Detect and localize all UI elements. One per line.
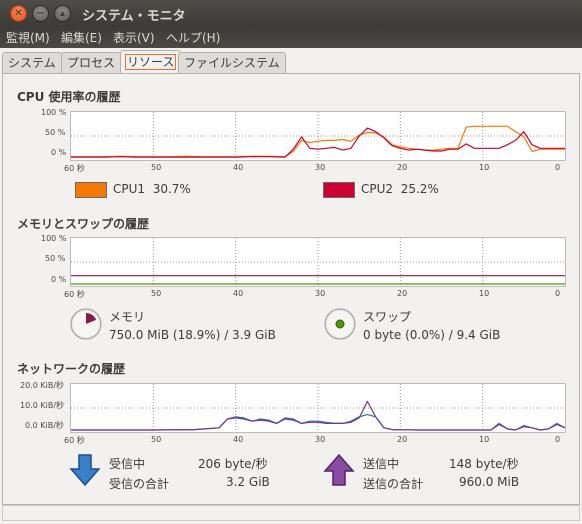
cpu-xtick-0: 0 xyxy=(555,163,561,172)
send-arrow-svg xyxy=(323,453,355,486)
receive-rate: 206 byte/秒 xyxy=(198,457,268,471)
memory-graph xyxy=(70,237,566,287)
network-chart-svg xyxy=(71,384,566,432)
cpu1-value: 30.7% xyxy=(152,182,191,196)
swap-pie-svg xyxy=(324,308,356,340)
net-ytick-0: 0.0 KiB/秒 xyxy=(25,421,64,430)
net-xtick-10: 10 xyxy=(479,435,490,444)
mem-ytick-50: 50 % xyxy=(45,254,66,263)
network-graph xyxy=(70,383,566,433)
cpu-ytick-100: 100 % xyxy=(41,108,67,117)
cpu-chart-svg xyxy=(71,112,565,160)
cpu-graph xyxy=(70,111,566,161)
cpu-ytick-50: 50 % xyxy=(45,128,66,137)
maximize-button[interactable]: ▴ xyxy=(54,5,71,22)
cpu-xtick-60: 60 秒 xyxy=(64,164,85,173)
tab-system-label: システム xyxy=(8,56,56,70)
cpu1-color-button[interactable] xyxy=(75,182,107,198)
system-monitor-window: ✕ − ▴ システム・モニタ 監視(M) 編集(E) 表示(V) ヘルプ(H) … xyxy=(0,0,582,524)
memory-label: メモリ xyxy=(109,310,146,324)
net-ytick-10: 10.0 KiB/秒 xyxy=(20,401,65,410)
mem-ytick-100: 100 % xyxy=(41,234,67,243)
memory-value: 750.0 MiB (18.9%) / 3.9 GiB xyxy=(109,328,276,342)
send-total-label: 送信の合計 xyxy=(363,477,424,491)
cpu-xtick-10: 10 xyxy=(479,163,490,172)
tab-processes-label: プロセス xyxy=(67,56,116,70)
status-bar xyxy=(2,505,580,521)
mem-ytick-0: 0 % xyxy=(51,275,67,284)
tab-processes[interactable]: プロセス xyxy=(61,52,122,73)
memory-chart-svg xyxy=(71,238,565,286)
mem-xtick-40: 40 xyxy=(233,289,244,298)
cpu2-color-button[interactable] xyxy=(323,182,355,198)
net-xtick-20: 20 xyxy=(397,435,408,444)
cpu-xtick-30: 30 xyxy=(315,163,326,172)
mem-xtick-20: 20 xyxy=(397,289,408,298)
cpu-heading: CPU 使用率の履歴 xyxy=(17,90,121,104)
swap-label: スワップ xyxy=(363,310,412,324)
tab-bar: システム プロセス リソース ファイルシステム xyxy=(0,50,582,74)
send-rate: 148 byte/秒 xyxy=(449,457,519,471)
menu-help[interactable]: ヘルプ(H) xyxy=(166,29,220,46)
receive-arrow-svg xyxy=(69,454,101,487)
tab-filesystems-label: ファイルシステム xyxy=(184,56,280,70)
window-title: システム・モニタ xyxy=(82,9,186,24)
send-label: 送信中 xyxy=(363,457,400,471)
tab-resources[interactable]: リソース xyxy=(120,50,182,74)
cpu-xtick-20: 20 xyxy=(397,163,408,172)
receive-total-label: 受信の合計 xyxy=(109,477,170,491)
cpu2-label: CPU2 xyxy=(361,182,394,196)
mem-xtick-30: 30 xyxy=(315,289,326,298)
cpu-ytick-0: 0 % xyxy=(51,148,67,157)
net-ytick-20: 20.0 KiB/秒 xyxy=(20,381,65,390)
send-arrow-icon[interactable] xyxy=(323,453,355,490)
menu-monitor[interactable]: 監視(M) xyxy=(6,29,50,46)
menu-edit[interactable]: 編集(E) xyxy=(61,29,102,46)
swap-value: 0 byte (0.0%) / 9.4 GiB xyxy=(363,328,501,342)
memory-heading: メモリとスワップの履歴 xyxy=(17,217,150,231)
menu-bar: 監視(M) 編集(E) 表示(V) ヘルプ(H) xyxy=(0,26,582,48)
close-button[interactable]: ✕ xyxy=(10,5,27,22)
cpu1-legend: CPU1 30.7% xyxy=(113,182,191,196)
tab-filesystems[interactable]: ファイルシステム xyxy=(178,52,286,73)
cpu-xtick-40: 40 xyxy=(233,163,244,172)
mem-xtick-50: 50 xyxy=(151,289,162,298)
net-xtick-30: 30 xyxy=(315,435,326,444)
send-total: 960.0 MiB xyxy=(459,475,520,489)
network-heading: ネットワークの履歴 xyxy=(17,362,126,376)
receive-arrow-icon[interactable] xyxy=(69,453,101,490)
cpu-xtick-50: 50 xyxy=(151,163,162,172)
cpu2-legend: CPU2 25.2% xyxy=(361,182,439,196)
menu-view[interactable]: 表示(V) xyxy=(113,29,155,46)
title-bar: ✕ − ▴ システム・モニタ xyxy=(0,0,582,26)
mem-xtick-0: 0 xyxy=(555,289,561,298)
receive-total: 3.2 GiB xyxy=(226,475,270,489)
net-xtick-40: 40 xyxy=(233,435,244,444)
net-xtick-60: 60 秒 xyxy=(64,436,85,445)
cpu1-label: CPU1 xyxy=(113,182,146,196)
swap-pie-icon[interactable] xyxy=(323,307,357,344)
tab-resources-label: リソース xyxy=(124,54,177,70)
minimize-button[interactable]: − xyxy=(32,5,49,22)
net-xtick-50: 50 xyxy=(151,435,162,444)
memory-pie-svg xyxy=(70,308,102,340)
receive-label: 受信中 xyxy=(109,457,146,471)
mem-xtick-10: 10 xyxy=(479,289,490,298)
mem-xtick-60: 60 秒 xyxy=(64,290,85,299)
tab-system[interactable]: システム xyxy=(2,52,62,73)
net-xtick-0: 0 xyxy=(555,435,561,444)
memory-pie-icon[interactable] xyxy=(69,307,103,344)
resources-panel: CPU 使用率の履歴 100 % 50 % 0 % 60 秒 50 40 30 … xyxy=(2,73,580,505)
cpu2-value: 25.2% xyxy=(400,182,439,196)
